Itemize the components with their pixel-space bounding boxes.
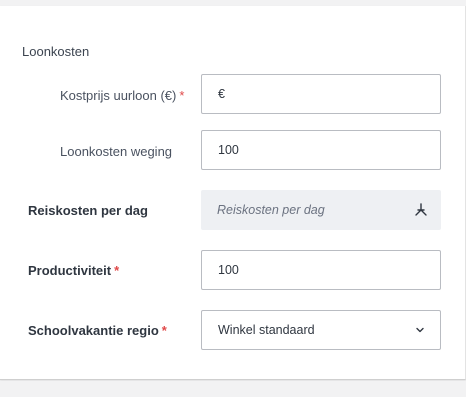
kostprijs-label-text: Kostprijs uurloon (€) <box>60 88 177 103</box>
weging-label-text: Loonkosten weging <box>60 144 173 159</box>
section-title: Loonkosten <box>22 44 90 59</box>
reiskosten-label: Reiskosten per dag <box>28 203 148 218</box>
weging-input[interactable]: 100 <box>201 130 441 170</box>
schoolvakantie-select[interactable]: Winkel standaard <box>201 310 441 350</box>
reiskosten-placeholder: Reiskosten per dag <box>217 203 325 217</box>
fork-icon[interactable] <box>413 202 429 218</box>
kostprijs-value: € <box>218 87 225 101</box>
chevron-down-icon[interactable] <box>412 322 428 338</box>
schoolvakantie-selected: Winkel standaard <box>218 323 315 337</box>
weging-value: 100 <box>218 143 239 157</box>
productiviteit-input[interactable]: 100 <box>201 250 441 290</box>
weging-label: Loonkosten weging <box>60 144 172 159</box>
productiviteit-value: 100 <box>218 263 239 277</box>
loonkosten-card: Loonkosten Kostprijs uurloon (€) * € Loon… <box>0 6 466 380</box>
bottom-background <box>0 381 466 397</box>
schoolvakantie-label-text: Schoolvakantie regio <box>28 323 159 338</box>
required-marker: * <box>161 323 167 338</box>
reiskosten-label-text: Reiskosten per dag <box>28 203 148 218</box>
productiviteit-label: Productiviteit * <box>28 263 119 278</box>
schoolvakantie-label: Schoolvakantie regio * <box>28 323 167 338</box>
required-marker: * <box>114 263 120 278</box>
productiviteit-label-text: Productiviteit <box>28 263 112 278</box>
reiskosten-input[interactable]: Reiskosten per dag <box>201 190 441 230</box>
kostprijs-label: Kostprijs uurloon (€) * <box>60 88 184 103</box>
kostprijs-input[interactable]: € <box>201 74 441 114</box>
required-marker: * <box>179 88 185 103</box>
